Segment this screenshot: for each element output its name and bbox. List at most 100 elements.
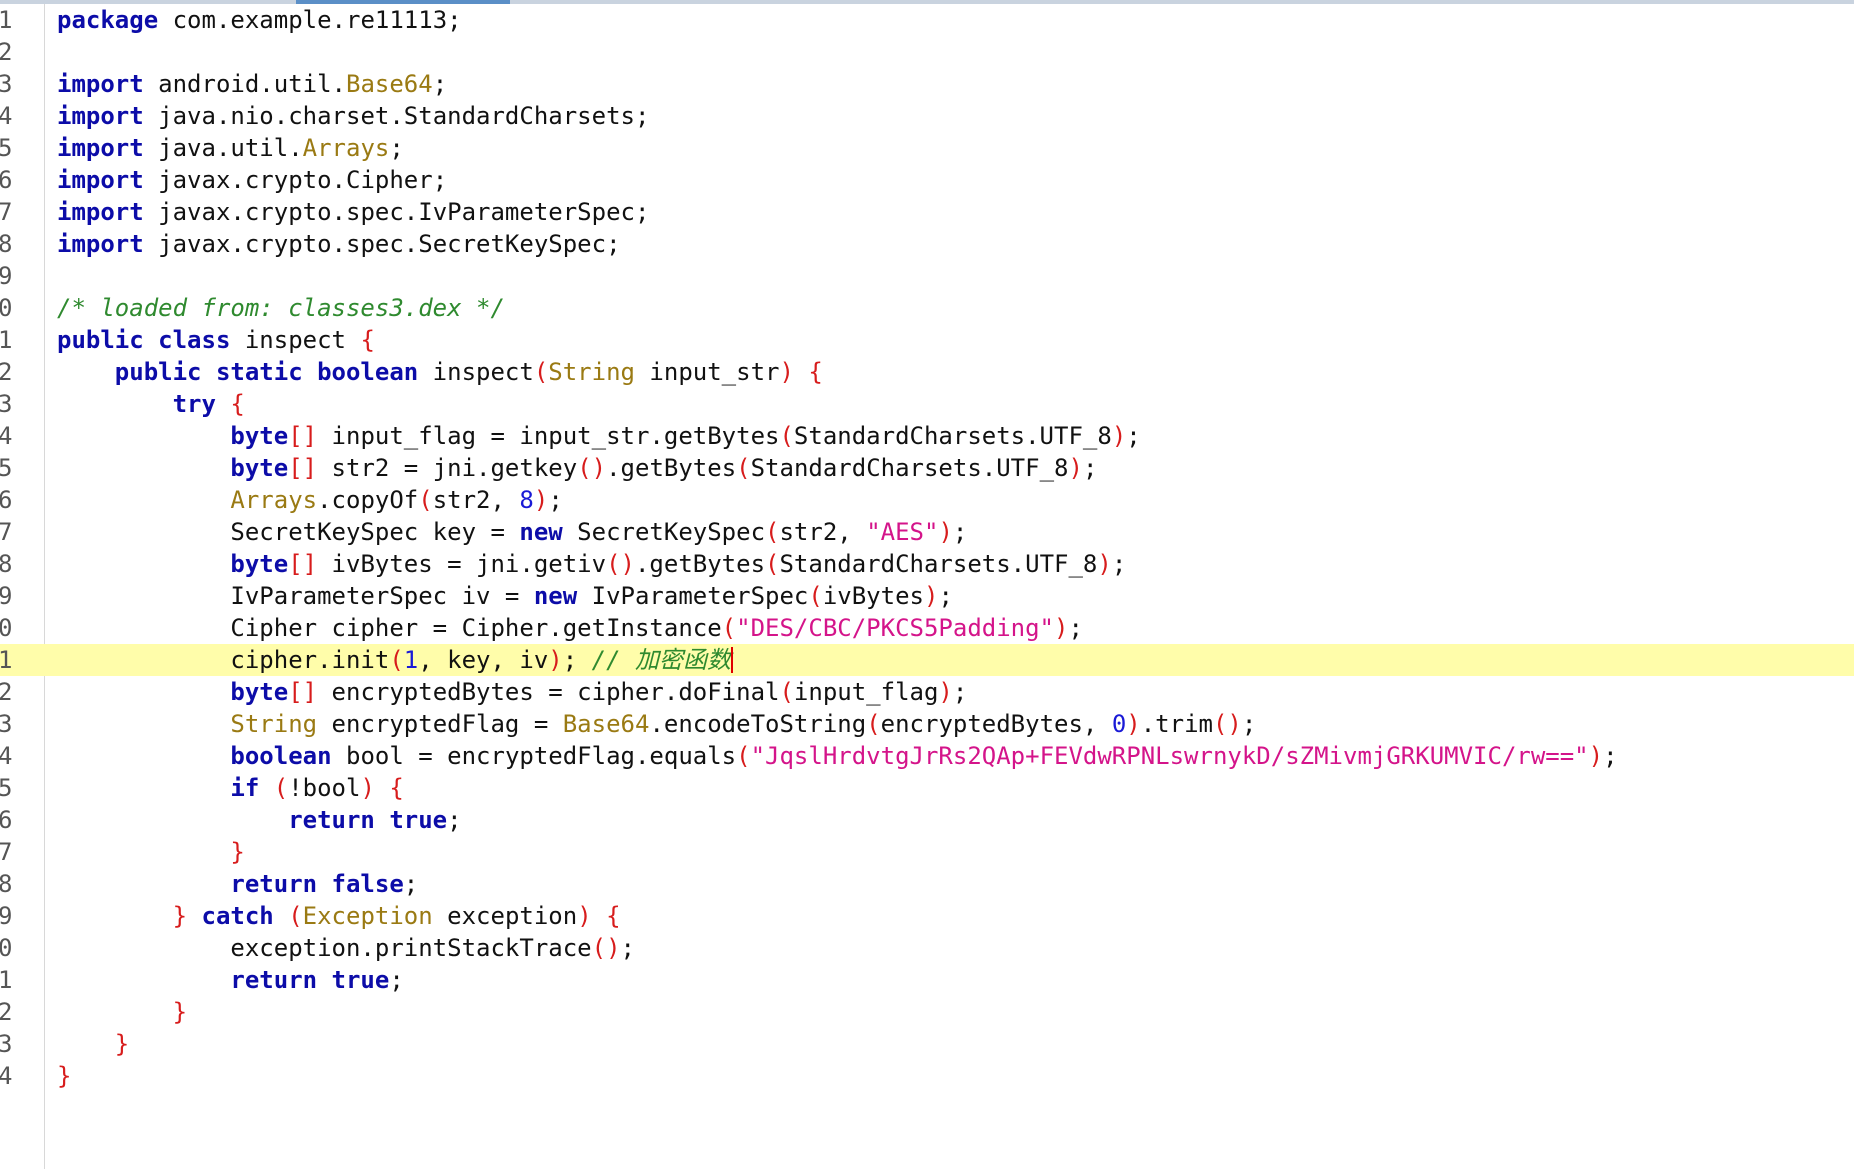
code-line[interactable]: 7 SecretKeySpec key = new SecretKeySpec(… <box>0 516 1854 548</box>
code-text[interactable]: } <box>57 1028 129 1060</box>
line-number: 7 <box>0 198 13 226</box>
code-line[interactable]: 4 boolean bool = encryptedFlag.equals("J… <box>0 740 1854 772</box>
bracket-token: { <box>808 358 823 386</box>
code-line[interactable]: 5 import java.util.Arrays; <box>0 132 1854 164</box>
line-number: 2 <box>0 358 13 386</box>
code-line[interactable]: 0 Cipher cipher = Cipher.getInstance("DE… <box>0 612 1854 644</box>
code-text[interactable]: } catch (Exception exception) { <box>57 900 621 932</box>
bracket-token: ( <box>533 358 549 386</box>
code-line[interactable]: 6 Arrays.copyOf(str2, 8); <box>0 484 1854 516</box>
code-text[interactable]: return false; <box>57 868 418 900</box>
code-line[interactable]: 0 exception.printStackTrace(); <box>0 932 1854 964</box>
bracket-token: { <box>606 902 621 930</box>
code-text[interactable]: return true; <box>57 804 462 836</box>
code-line[interactable]: 9 <box>0 260 1854 292</box>
code-token: !bool <box>288 774 361 802</box>
code-text[interactable]: import javax.crypto.Cipher; <box>57 164 447 196</box>
code-line[interactable]: 9 IvParameterSpec iv = new IvParameterSp… <box>0 580 1854 612</box>
code-line[interactable]: 4 import java.nio.charset.StandardCharset… <box>0 100 1854 132</box>
line-number: 0 <box>0 614 13 642</box>
code-text[interactable]: byte[] input_flag = input_str.getBytes(S… <box>57 420 1140 452</box>
code-editor[interactable]: 1 package com.example.re11113; 2 3 import an… <box>0 4 1854 1092</box>
code-text[interactable]: return true; <box>57 964 403 996</box>
code-text[interactable]: boolean bool = encryptedFlag.equals("Jqs… <box>57 740 1617 772</box>
code-line[interactable]: 3 } <box>0 1028 1854 1060</box>
code-text[interactable]: if (!bool) { <box>57 772 403 804</box>
code-text[interactable]: byte[] ivBytes = jni.getiv().getBytes(St… <box>57 548 1126 580</box>
code-text[interactable]: import android.util.Base64; <box>57 68 447 100</box>
code-line[interactable]: 2 } <box>0 996 1854 1028</box>
string-literal: "DES/CBC/PKCS5Padding" <box>736 614 1055 642</box>
line-number: 1 <box>0 326 13 354</box>
code-line[interactable]: 8 byte[] ivBytes = jni.getiv().getBytes(… <box>0 548 1854 580</box>
code-line[interactable]: 1 public class inspect { <box>0 324 1854 356</box>
code-line[interactable]: 8 return false; <box>0 868 1854 900</box>
code-text[interactable]: package com.example.re11113; <box>57 4 462 36</box>
code-line[interactable]: 5 if (!bool) { <box>0 772 1854 804</box>
code-line[interactable]: 2 <box>0 36 1854 68</box>
code-text[interactable]: byte[] str2 = jni.getkey().getBytes(Stan… <box>57 452 1097 484</box>
code-text[interactable]: public static boolean inspect(String inp… <box>57 356 823 388</box>
code-line[interactable]: 6 import javax.crypto.Cipher; <box>0 164 1854 196</box>
code-line[interactable]: 0 /* loaded from: classes3.dex */ <box>0 292 1854 324</box>
line-number: 2 <box>0 998 13 1026</box>
bracket-token: } <box>114 1030 130 1058</box>
code-text[interactable]: String encryptedFlag = Base64.encodeToSt… <box>57 708 1256 740</box>
keyword-token: import <box>57 198 144 226</box>
code-line[interactable]: 1 package com.example.re11113; <box>0 4 1854 36</box>
keyword-token: import <box>57 70 144 98</box>
code-text[interactable]: Arrays.copyOf(str2, 8); <box>57 484 562 516</box>
keyword-token: new <box>533 582 578 610</box>
code-line[interactable]: 4} <box>0 1060 1854 1092</box>
bracket-token: [] <box>288 454 318 482</box>
code-token: str2, <box>432 486 520 514</box>
bracket-token: [] <box>288 678 318 706</box>
type-token: Arrays <box>302 134 390 162</box>
text-cursor <box>731 647 734 673</box>
code-line[interactable]: 5 byte[] str2 = jni.getkey().getBytes(St… <box>0 452 1854 484</box>
code-line[interactable]: 3 try { <box>0 388 1854 420</box>
code-text[interactable]: import javax.crypto.spec.IvParameterSpec… <box>57 196 649 228</box>
code-line[interactable]: 8 import javax.crypto.spec.SecretKeySpec; <box>0 228 1854 260</box>
code-text[interactable]: byte[] encryptedBytes = cipher.doFinal(i… <box>57 676 967 708</box>
code-text[interactable]: import javax.crypto.spec.SecretKeySpec; <box>57 228 621 260</box>
code-text[interactable]: public class inspect { <box>57 324 375 356</box>
code-text[interactable]: import java.util.Arrays; <box>57 132 404 164</box>
code-token: StandardCharsets.UTF_8 <box>793 422 1112 450</box>
code-line-current[interactable]: 1 cipher.init(1, key, iv); // 加密函数 <box>0 644 1854 676</box>
code-text[interactable]: Cipher cipher = Cipher.getInstance("DES/… <box>57 612 1083 644</box>
code-line[interactable]: 6 return true; <box>0 804 1854 836</box>
code-text[interactable]: try { <box>57 388 245 420</box>
code-line[interactable]: 4 byte[] input_flag = input_str.getBytes… <box>0 420 1854 452</box>
code-line[interactable]: 7 import javax.crypto.spec.IvParameterSpe… <box>0 196 1854 228</box>
code-text[interactable]: cipher.init(1, key, iv); // 加密函数 <box>57 644 734 676</box>
code-token: str2, <box>779 518 867 546</box>
code-line[interactable]: 7 } <box>0 836 1854 868</box>
code-token: ; <box>447 806 462 834</box>
code-text[interactable]: } <box>57 996 187 1028</box>
line-number: 5 <box>0 134 13 162</box>
code-line[interactable]: 2 byte[] encryptedBytes = cipher.doFinal… <box>0 676 1854 708</box>
bracket-token: } <box>172 998 188 1026</box>
line-number: 4 <box>0 422 13 450</box>
line-number: 7 <box>0 838 13 866</box>
code-line[interactable]: 1 return true; <box>0 964 1854 996</box>
code-line[interactable]: 9 } catch (Exception exception) { <box>0 900 1854 932</box>
code-line[interactable]: 2 public static boolean inspect(String i… <box>0 356 1854 388</box>
line-number: 8 <box>0 230 13 258</box>
code-text[interactable]: IvParameterSpec iv = new IvParameterSpec… <box>57 580 953 612</box>
bracket-token: ( <box>765 550 780 578</box>
code-text[interactable]: exception.printStackTrace(); <box>57 932 635 964</box>
code-text[interactable]: } <box>57 1060 71 1092</box>
code-text[interactable]: import java.nio.charset.StandardCharsets… <box>57 100 649 132</box>
code-line[interactable]: 3 String encryptedFlag = Base64.encodeTo… <box>0 708 1854 740</box>
code-line[interactable]: 3 import android.util.Base64; <box>0 68 1854 100</box>
code-text[interactable]: } <box>57 836 244 868</box>
code-text[interactable]: /* loaded from: classes3.dex */ <box>57 292 505 324</box>
code-text[interactable]: SecretKeySpec key = new SecretKeySpec(st… <box>57 516 967 548</box>
code-token: ; <box>389 134 404 162</box>
